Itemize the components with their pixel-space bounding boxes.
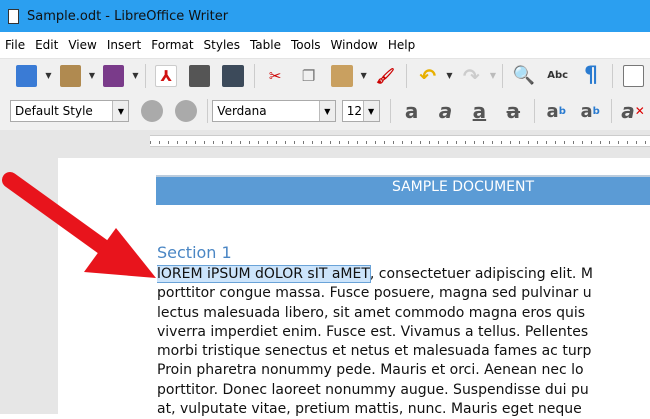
red-arrow-annotation (2, 172, 156, 278)
